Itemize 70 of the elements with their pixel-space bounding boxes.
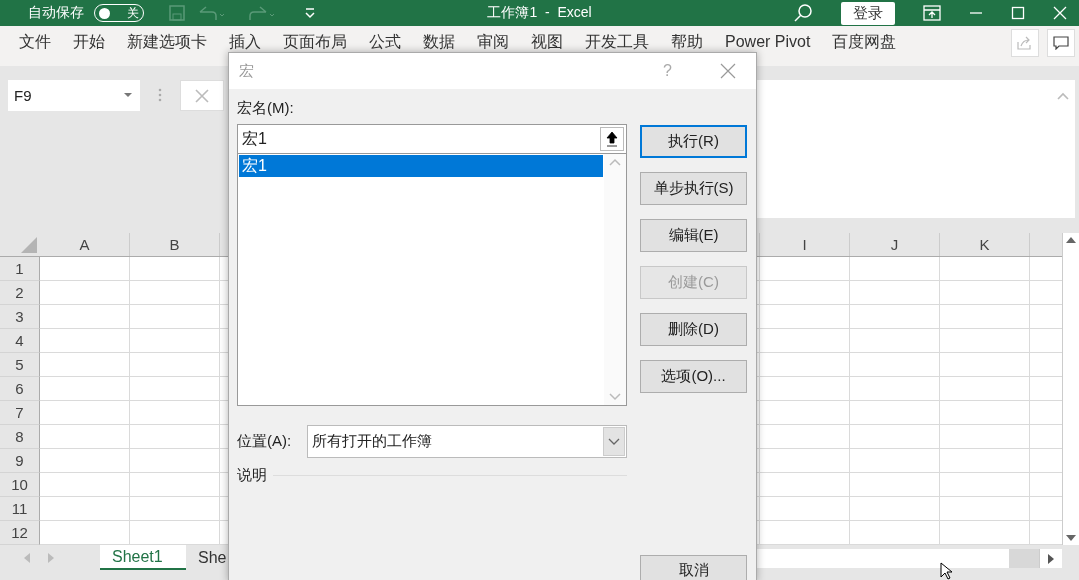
scroll-up-icon[interactable]: [1066, 237, 1076, 243]
sheet-tab[interactable]: Sheet1: [100, 545, 186, 570]
scrollbar-thumb[interactable]: [1009, 549, 1039, 568]
row-header[interactable]: 8: [0, 425, 40, 449]
row-header[interactable]: 3: [0, 305, 40, 329]
macro-name-label: 宏名(M):: [237, 99, 295, 118]
dialog-button[interactable]: 选项(O)...: [640, 360, 747, 393]
column-header[interactable]: B: [130, 233, 220, 256]
vertical-scrollbar[interactable]: [1062, 233, 1079, 545]
close-icon[interactable]: [720, 63, 736, 79]
row-header[interactable]: 12: [0, 521, 40, 545]
dialog-button[interactable]: 编辑(E): [640, 219, 747, 252]
row-header[interactable]: 6: [0, 377, 40, 401]
scroll-down-icon[interactable]: [1066, 535, 1076, 541]
column-header[interactable]: I: [760, 233, 850, 256]
column-header[interactable]: K: [940, 233, 1030, 256]
scroll-right-icon[interactable]: [1048, 553, 1054, 564]
mouse-pointer-icon: [940, 562, 954, 580]
dialog-button[interactable]: 删除(D): [640, 313, 747, 346]
row-header[interactable]: 9: [0, 449, 40, 473]
macro-name-field[interactable]: 宏1: [237, 124, 627, 154]
ribbon-tab[interactable]: 新建选项卡: [116, 31, 218, 55]
collapse-icon[interactable]: [606, 131, 618, 147]
ribbon-display-icon[interactable]: [923, 5, 941, 21]
row-header[interactable]: 1: [0, 257, 40, 281]
scroll-down-icon: [609, 393, 621, 401]
row-header[interactable]: 7: [0, 401, 40, 425]
chevron-down-icon[interactable]: [608, 437, 620, 446]
column-header[interactable]: J: [850, 233, 940, 256]
share-icon: [1017, 36, 1033, 50]
next-sheet-icon: [48, 552, 54, 563]
ribbon-tab[interactable]: 开始: [62, 31, 116, 55]
row-header[interactable]: 4: [0, 329, 40, 353]
column-header[interactable]: A: [40, 233, 130, 256]
ribbon-tab[interactable]: 帮助: [660, 31, 714, 55]
dialog-button[interactable]: 执行(R): [640, 125, 747, 158]
ribbon-tab[interactable]: 百度网盘: [821, 31, 908, 55]
search-icon[interactable]: [793, 3, 813, 23]
sign-in-button[interactable]: 登录: [841, 1, 895, 25]
macro-list-item[interactable]: 宏1: [239, 155, 603, 177]
row-header[interactable]: 2: [0, 281, 40, 305]
description-label: 说明: [237, 466, 267, 485]
ribbon-tab[interactable]: Power Pivot: [714, 33, 822, 53]
location-label: 位置(A):: [237, 432, 293, 451]
row-header[interactable]: 5: [0, 353, 40, 377]
location-dropdown[interactable]: 所有打开的工作簿: [307, 425, 627, 458]
scroll-up-icon: [609, 158, 621, 166]
comment-icon: [1053, 36, 1069, 50]
dialog-title: 宏: [239, 61, 255, 81]
ribbon-tab[interactable]: 审阅: [466, 31, 520, 55]
ribbon-tab[interactable]: 数据: [412, 31, 466, 55]
dialog-button[interactable]: 单步执行(S): [640, 172, 747, 205]
ribbon-tab[interactable]: 插入: [218, 31, 272, 55]
previous-sheet-icon: [24, 552, 30, 563]
maximize-icon[interactable]: [1011, 6, 1025, 20]
name-box[interactable]: F9: [8, 80, 140, 111]
comment-button[interactable]: [1047, 29, 1075, 57]
cancel-icon: [195, 88, 209, 103]
ribbon-tab[interactable]: 开发工具: [574, 31, 660, 55]
more-icon: [158, 88, 162, 102]
ribbon-tab[interactable]: 页面布局: [272, 31, 358, 55]
window-title: 工作簿1 - Excel: [487, 4, 592, 22]
row-header[interactable]: 11: [0, 497, 40, 521]
ribbon-tab[interactable]: 公式: [358, 31, 412, 55]
cancel-button[interactable]: 取消: [640, 555, 747, 580]
autosave-label: 自动保存: [28, 4, 84, 22]
row-header[interactable]: 10: [0, 473, 40, 497]
ribbon-tab[interactable]: 视图: [520, 31, 574, 55]
customize-icon[interactable]: [304, 7, 316, 19]
ribbon-tab[interactable]: 文件: [8, 31, 62, 55]
